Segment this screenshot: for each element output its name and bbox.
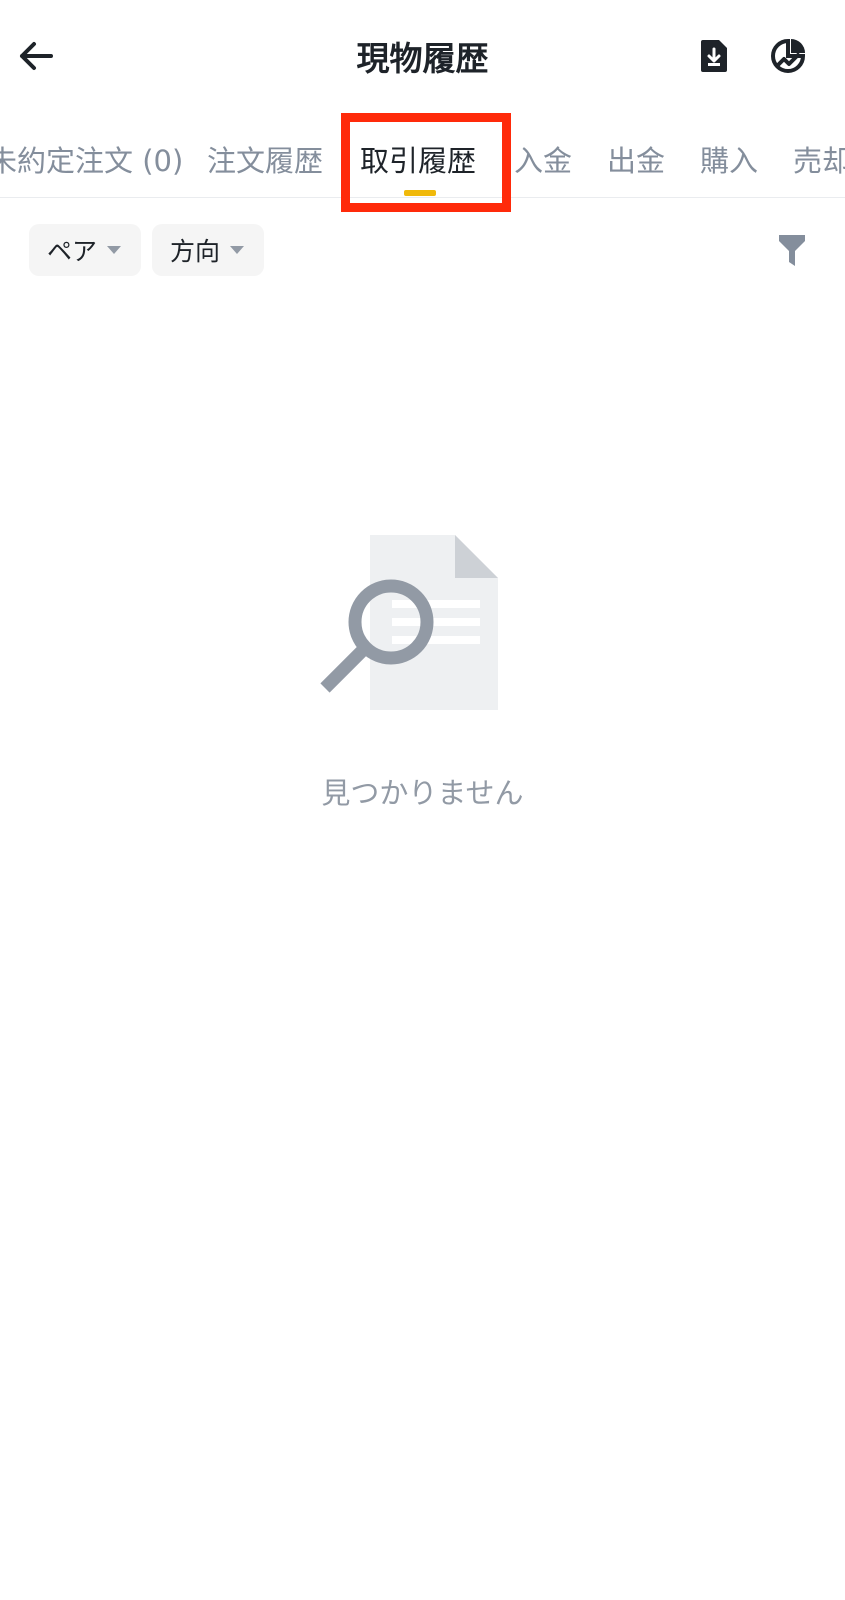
direction-filter-dropdown[interactable]: 方向 xyxy=(152,224,264,276)
pnl-analysis-icon xyxy=(771,38,806,73)
tab-open-orders[interactable]: 未約定注文 (0) xyxy=(0,138,183,180)
caret-down-icon xyxy=(107,246,122,254)
filter-button[interactable] xyxy=(770,228,814,272)
pair-filter-label: ペア xyxy=(47,237,98,266)
header: 現物履歴 xyxy=(0,0,845,110)
pnl-analysis-button[interactable] xyxy=(766,34,810,78)
funnel-icon xyxy=(779,235,805,266)
pair-filter-dropdown[interactable]: ペア xyxy=(29,224,141,276)
active-tab-indicator xyxy=(404,190,436,196)
empty-state-message: 見つかりません xyxy=(321,776,524,810)
file-download-icon xyxy=(701,40,727,72)
tab-order-history[interactable]: 注文履歴 xyxy=(207,138,323,180)
tab-deposit[interactable]: 入金 xyxy=(514,138,572,180)
tab-withdrawal[interactable]: 出金 xyxy=(607,138,665,180)
caret-down-icon xyxy=(230,246,245,254)
tab-sell[interactable]: 売却 xyxy=(793,138,845,180)
direction-filter-label: 方向 xyxy=(170,237,221,266)
tab-trade-history[interactable]: 取引履歴 xyxy=(360,138,476,180)
document-search-icon xyxy=(320,535,498,710)
tab-bar: 未約定注文 (0) 注文履歴 取引履歴 入金 出金 購入 売却 xyxy=(0,110,845,198)
tab-buy[interactable]: 購入 xyxy=(700,138,758,180)
download-button[interactable] xyxy=(692,34,736,78)
